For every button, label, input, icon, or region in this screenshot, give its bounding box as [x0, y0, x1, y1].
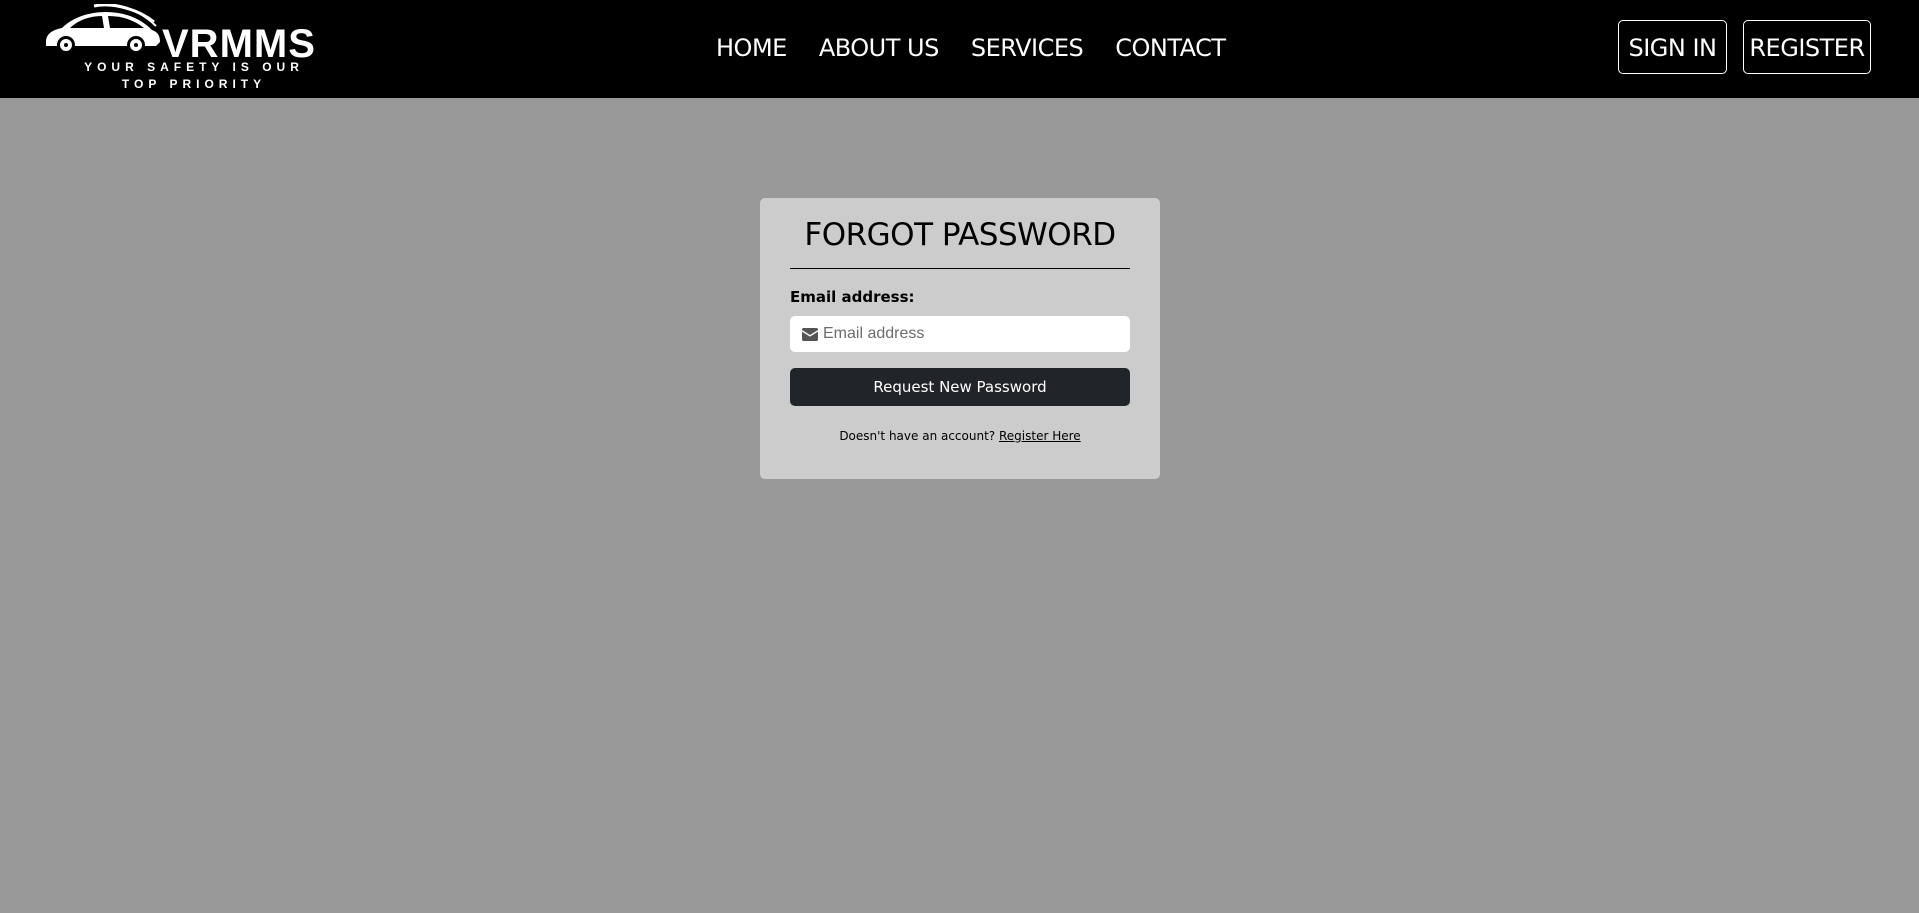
brand-tagline: YOUR SAFETY IS OUR TOP PRIORITY [44, 59, 344, 93]
envelope-icon [802, 327, 818, 341]
register-button[interactable]: REGISTER [1743, 20, 1871, 74]
brand-tagline-line-2: TOP PRIORITY [121, 77, 267, 91]
navbar: VRMMS YOUR SAFETY IS OUR TOP PRIORITY HO… [0, 0, 1919, 98]
page-title: FORGOT PASSWORD [804, 217, 1116, 253]
forgot-password-card: FORGOT PASSWORD Email address: Request N… [760, 198, 1160, 479]
nav-link-contact[interactable]: CONTACT [1115, 28, 1226, 68]
email-label: Email address: [790, 288, 915, 306]
title-divider [790, 268, 1130, 269]
brand-name: VRMMS [162, 22, 316, 66]
brand-logo[interactable]: VRMMS YOUR SAFETY IS OUR TOP PRIORITY [44, 4, 344, 92]
request-new-password-button[interactable]: Request New Password [790, 368, 1130, 406]
brand-tagline-line-1: YOUR SAFETY IS OUR [84, 60, 304, 74]
account-prompt-text: Doesn't have an account? [839, 429, 996, 443]
nav-link-services[interactable]: SERVICES [971, 28, 1084, 68]
car-icon [46, 4, 160, 54]
register-here-link[interactable]: Register Here [999, 429, 1081, 443]
nav-link-about-us[interactable]: ABOUT US [819, 28, 940, 68]
nav-link-home[interactable]: HOME [716, 28, 787, 68]
account-prompt: Doesn't have an account? Register Here [790, 429, 1130, 443]
sign-in-button[interactable]: SIGN IN [1618, 20, 1727, 74]
email-field-wrapper[interactable] [790, 316, 1130, 352]
main-nav: HOME ABOUT US SERVICES CONTACT [700, 28, 1242, 68]
email-input[interactable] [823, 325, 1103, 343]
